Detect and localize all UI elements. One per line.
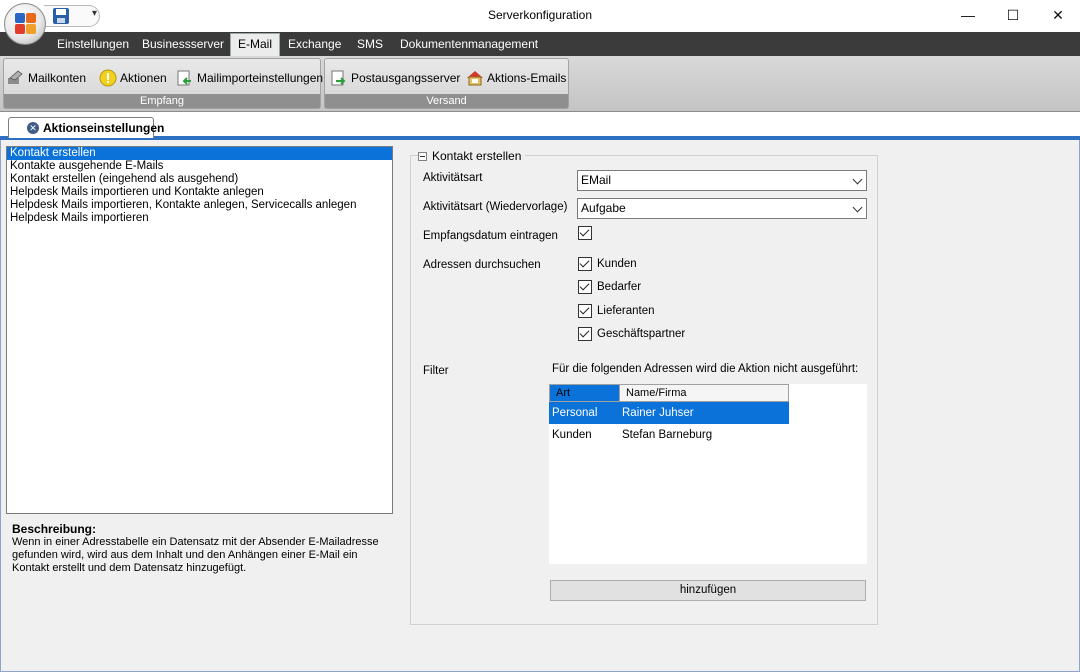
mailimporteinstellungen-label: Mailimporteinstellungen	[197, 71, 324, 85]
column-header-name[interactable]: Name/Firma	[626, 385, 687, 401]
filter-label: Filter	[423, 365, 449, 377]
empfangsdatum-checkbox[interactable]	[578, 226, 592, 240]
action-list[interactable]: Kontakt erstellen Kontakte ausgehende E-…	[6, 146, 393, 514]
chevron-down-icon	[852, 174, 863, 185]
tab-aktionseinstellungen[interactable]: ✕ Aktionseinstellungen	[8, 117, 164, 138]
ribbon-group-versand: Postausgangsserver Aktions-Emails Versan…	[324, 58, 569, 109]
aktionen-label: Aktionen	[120, 71, 167, 85]
settings-group-header[interactable]: Kontakt erstellen	[418, 149, 526, 163]
kunden-checkbox[interactable]	[578, 257, 592, 271]
chevron-down-icon	[852, 202, 863, 213]
mail-import-icon	[176, 69, 194, 87]
table-row[interactable]: Personal Rainer Juhser	[549, 402, 789, 424]
settings-group-title: Kontakt erstellen	[432, 149, 522, 163]
table-cell-art: Kunden	[552, 429, 592, 441]
bedarfer-checkbox-label: Bedarfer	[597, 281, 642, 293]
aktionen-button[interactable]: Aktionen	[99, 67, 167, 89]
maximize-button[interactable]: ☐	[990, 0, 1036, 30]
tab-einstellungen[interactable]: Einstellungen	[57, 37, 129, 51]
mailimporteinstellungen-button[interactable]: Mailimporteinstellungen	[176, 67, 323, 89]
window-title: Serverkonfiguration	[487, 8, 593, 22]
table-cell-name: Stefan Barneburg	[622, 429, 713, 441]
table-cell-name: Rainer Juhser	[622, 407, 694, 419]
description-title: Beschreibung:	[12, 522, 97, 536]
group-label-versand: Versand	[325, 94, 568, 108]
postausgangsserver-label: Postausgangsserver	[351, 71, 461, 85]
ribbon-panel: Mailkonten Aktionen Mailimporteinstellun…	[0, 56, 1080, 112]
mailkonten-button[interactable]: Mailkonten	[7, 67, 86, 89]
aktivitaetsart-value: EMail	[581, 173, 612, 187]
list-item[interactable]: Kontakt erstellen (eingehend als ausgehe…	[7, 173, 392, 186]
tab-dokumentenmanagement[interactable]: Dokumentenmanagement	[400, 37, 538, 51]
collapse-icon[interactable]	[418, 151, 427, 161]
list-item[interactable]: Helpdesk Mails importieren, Kontakte anl…	[7, 199, 392, 212]
aktions-emails-label: Aktions-Emails	[487, 71, 567, 85]
add-filter-button[interactable]: hinzufügen	[550, 580, 866, 601]
geschaeftspartner-checkbox[interactable]	[578, 327, 592, 341]
table-row[interactable]: Kunden Stefan Barneburg	[549, 424, 789, 446]
table-header: Art Name/Firma	[549, 384, 789, 402]
wiedervorlage-label: Aktivitätsart (Wiedervorlage)	[423, 201, 568, 213]
wiedervorlage-value: Aufgabe	[581, 201, 626, 215]
ribbon-group-empfang: Mailkonten Aktionen Mailimporteinstellun…	[3, 58, 323, 109]
ribbon-tab-bar: Einstellungen Businessserver E-Mail Exch…	[0, 32, 1080, 56]
lieferanten-checkbox[interactable]	[578, 304, 592, 318]
lieferanten-checkbox-label: Lieferanten	[597, 305, 655, 317]
group-label-empfang: Empfang	[4, 94, 320, 108]
postausgangsserver-button[interactable]: Postausgangsserver	[330, 67, 460, 89]
outgoing-server-icon	[330, 69, 348, 87]
tab-aktionseinstellungen-label: Aktionseinstellungen	[43, 121, 165, 135]
aktivitaetsart-label: Aktivitätsart	[423, 172, 483, 184]
tab-e-mail[interactable]: E-Mail	[230, 33, 281, 56]
adressen-label: Adressen durchsuchen	[423, 259, 541, 271]
list-item[interactable]: Helpdesk Mails importieren und Kontakte …	[7, 186, 392, 199]
description-text: Wenn in einer Adresstabelle ein Datensat…	[12, 536, 379, 574]
content-area: Kontakt erstellen Kontakte ausgehende E-…	[0, 140, 1080, 672]
empfangsdatum-label: Empfangsdatum eintragen	[423, 230, 558, 242]
close-button[interactable]: ✕	[1035, 0, 1080, 30]
list-item[interactable]: Helpdesk Mails importieren	[7, 212, 392, 225]
mail-account-icon	[7, 69, 25, 87]
minimize-button[interactable]: —	[945, 0, 991, 30]
aktions-emails-button[interactable]: Aktions-Emails	[466, 67, 566, 89]
close-tab-icon[interactable]: ✕	[27, 122, 39, 134]
table-cell-art: Personal	[552, 407, 598, 419]
filter-note: Für die folgenden Adressen wird die Akti…	[552, 363, 859, 375]
warning-icon	[99, 69, 117, 87]
app-logo-icon	[15, 13, 37, 35]
tab-businessserver[interactable]: Businessserver	[142, 37, 224, 51]
list-item[interactable]: Kontakte ausgehende E-Mails	[7, 160, 392, 173]
aktivitaetsart-select[interactable]: EMail	[577, 170, 867, 191]
filter-table[interactable]: Art Name/Firma Personal Rainer Juhser Ku…	[549, 384, 867, 564]
column-header-art[interactable]: Art	[550, 385, 620, 401]
title-bar: ▾ Serverkonfiguration — ☐ ✕	[0, 0, 1080, 32]
bedarfer-checkbox[interactable]	[578, 280, 592, 294]
geschaeftspartner-checkbox-label: Geschäftspartner	[597, 328, 686, 340]
wiedervorlage-select[interactable]: Aufgabe	[577, 198, 867, 219]
mailkonten-label: Mailkonten	[28, 71, 87, 85]
tab-sms[interactable]: SMS	[357, 37, 383, 51]
kunden-checkbox-label: Kunden	[597, 258, 637, 270]
action-email-icon	[466, 69, 484, 87]
tab-exchange[interactable]: Exchange	[288, 37, 341, 51]
list-item[interactable]: Kontakt erstellen	[7, 147, 392, 160]
application-menu-button[interactable]	[4, 3, 46, 45]
